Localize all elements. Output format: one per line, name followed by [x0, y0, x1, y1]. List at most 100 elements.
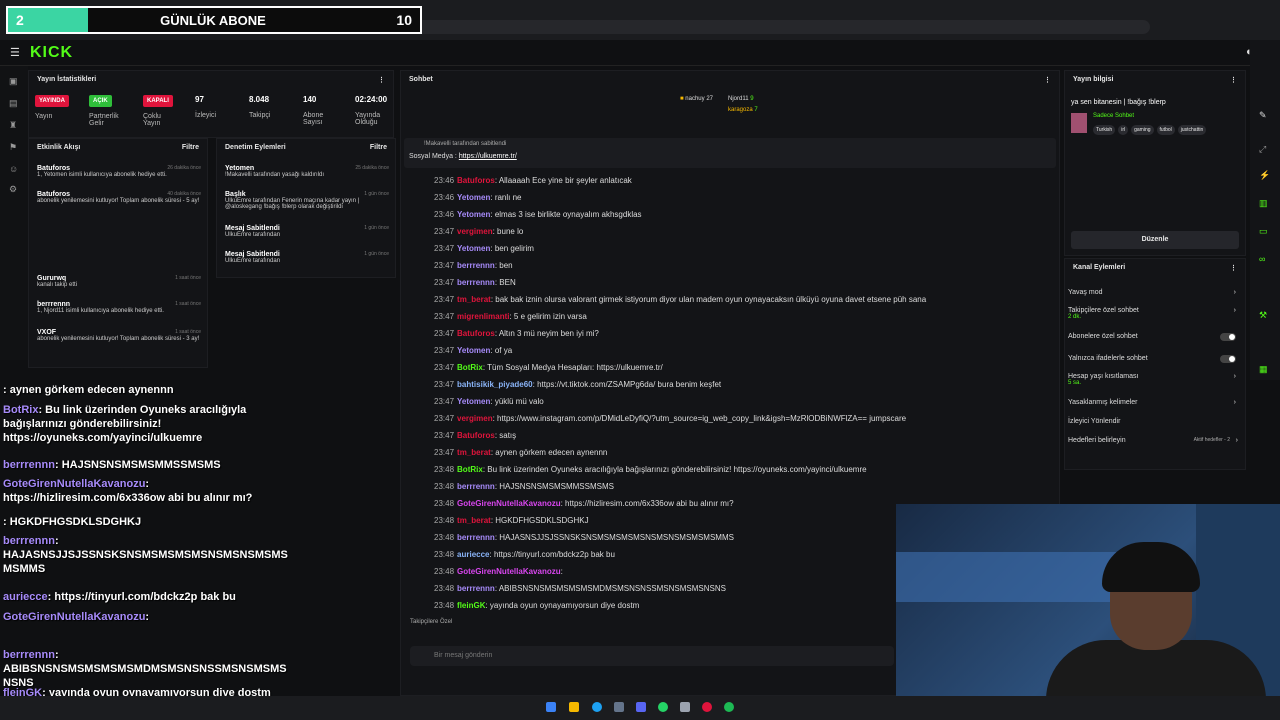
chat-message[interactable]: 23:46 Yetomen: ranlı ne	[414, 193, 522, 202]
expand-icon[interactable]: ⤢	[1259, 144, 1269, 154]
tag[interactable]: irl	[1118, 125, 1129, 135]
community-icon[interactable]: ☺	[9, 164, 19, 174]
pinned-message[interactable]: !Makavelli tarafından sabitlendi Sosyal …	[404, 138, 1056, 168]
chat-message[interactable]: 23:47 Batuforos: satış	[414, 431, 516, 440]
filter-button[interactable]: Filtre	[370, 144, 387, 154]
message-username[interactable]: tm_berat	[457, 516, 491, 525]
browser-icon[interactable]	[592, 702, 602, 712]
goals-row[interactable]: Hedefleri belirleyin Aktif hedefler - 2 ›	[1068, 437, 1240, 444]
chat-message[interactable]: 23:48 GoteGirenNutellaKavanozu: https://h…	[414, 499, 734, 508]
chat-message[interactable]: 23:48 berrrennn: ABIBSNSNSMSMSMSMSMDMSMSN…	[414, 584, 726, 593]
chat-message[interactable]: 23:47 Batuforos: Altın 3 mü neyim ben iyi…	[414, 329, 599, 338]
settings-icon[interactable]: ⚙	[9, 184, 19, 194]
message-username[interactable]: Yetomen	[457, 193, 490, 202]
chat-message[interactable]: 23:47 BotRix: Tüm Sosyal Medya Hesapları:…	[414, 363, 663, 372]
chat-message[interactable]: 23:46 Batuforos: Allaaaah Ece yine bir şe…	[414, 176, 632, 185]
chat-message[interactable]: 23:48 berrrennn: HAJSNSNSMSMSMMSSMSMS	[414, 482, 614, 491]
chat-message[interactable]: 23:46 Yetomen: elmas 3 ise birlikte oynay…	[414, 210, 642, 219]
message-username[interactable]: fleinGK	[457, 601, 485, 610]
chat-message[interactable]: 23:47 tm_berat: aynen görkem edecen aynen…	[414, 448, 607, 457]
chat-message[interactable]: 23:47 berrrennn: ben	[414, 261, 513, 270]
message-username[interactable]: vergimen	[457, 227, 493, 236]
message-username[interactable]: migrenlimanti	[457, 312, 509, 321]
tag[interactable]: Turkish	[1093, 125, 1116, 135]
chat-message[interactable]: 23:47 Yetomen: yüklü mü valo	[414, 397, 544, 406]
more-icon[interactable]: ⋮	[378, 76, 385, 86]
message-username[interactable]: Batuforos	[457, 176, 495, 185]
chat-message[interactable]: 23:47 tm_berat: bak bak iznin olursa valo…	[414, 295, 926, 304]
subscribers-only-row[interactable]: Abonelere özel sohbet	[1068, 333, 1240, 341]
chat-message[interactable]: 23:48 berrrennn: HAJASNSJJSJSSNSKSNSMSMSM…	[414, 533, 734, 542]
chat-message[interactable]: 23:47 Yetomen: ben gelirim	[414, 244, 534, 253]
chat-message[interactable]: 23:47 Yetomen: of ya	[414, 346, 512, 355]
chat-message[interactable]: 23:47 migrenlimanti: 5 e gelirim izin var…	[414, 312, 587, 321]
message-username[interactable]: berrrennn	[457, 584, 495, 593]
chat-message[interactable]: 23:48 BotRix: Bu link üzerinden Oyuneks a…	[414, 465, 867, 474]
message-username[interactable]: Batuforos	[457, 431, 495, 440]
edit-button[interactable]: Düzenle	[1071, 231, 1239, 249]
spotify-icon[interactable]	[724, 702, 734, 712]
kick-logo[interactable]: KICK	[30, 44, 73, 62]
message-username[interactable]: vergimen	[457, 414, 493, 423]
message-username[interactable]: Yetomen	[457, 397, 490, 406]
message-username[interactable]: auriecce	[457, 550, 489, 559]
chat-message[interactable]: 23:48 fleinGK: yayında oyun oynayamıyorsu…	[414, 601, 639, 610]
message-username[interactable]: berrrennn	[457, 482, 495, 491]
subscribers-only-toggle[interactable]	[1220, 333, 1236, 341]
chat-message[interactable]: 23:47 vergimen: https://www.instagram.com…	[414, 414, 906, 423]
message-username[interactable]: bahtisikik_piyade60	[457, 380, 533, 389]
message-username[interactable]: BotRix	[457, 363, 483, 372]
chat-input[interactable]: Bir mesaj gönderin	[410, 646, 894, 666]
filter-button[interactable]: Filtre	[182, 144, 199, 154]
link-icon[interactable]: ∞	[1259, 254, 1269, 264]
host-row[interactable]: İzleyici Yönlendir	[1068, 418, 1240, 425]
message-username[interactable]: berrrennn	[457, 278, 495, 287]
tag[interactable]: justchattin	[1177, 125, 1207, 135]
chat-message[interactable]: 23:48 GoteGirenNutellaKavanozu:	[414, 567, 563, 576]
clipboard-icon[interactable]: ▥	[1259, 198, 1269, 208]
message-username[interactable]: GoteGirenNutellaKavanozu	[457, 567, 561, 576]
steam-icon[interactable]	[614, 702, 624, 712]
more-icon[interactable]: ⋮	[1230, 76, 1237, 86]
message-username[interactable]: Yetomen	[457, 210, 490, 219]
chat-icon[interactable]: ▭	[1259, 226, 1269, 236]
record-icon[interactable]	[702, 702, 712, 712]
app-icon[interactable]	[680, 702, 690, 712]
message-username[interactable]: GoteGirenNutellaKavanozu	[457, 499, 561, 508]
pencil-icon[interactable]: ✎	[1259, 110, 1269, 120]
message-username[interactable]: tm_berat	[457, 448, 491, 457]
emote-only-row[interactable]: Yalnızca ifadelerle sohbet	[1068, 355, 1240, 363]
moderation-icon[interactable]: ⚑	[9, 142, 19, 152]
category-name[interactable]: Sadece Sohbet	[1093, 113, 1134, 119]
followers-only-row[interactable]: Takipçilere özel sohbet 2 dk. ›	[1068, 307, 1240, 320]
message-username[interactable]: berrrennn	[457, 261, 495, 270]
message-username[interactable]: berrrennn	[457, 533, 495, 542]
message-username[interactable]: Yetomen	[457, 346, 490, 355]
pinned-link[interactable]: https://ulkuemre.tr/	[459, 153, 517, 160]
chat-message[interactable]: 23:48 tm_berat: HGKDFHGSDKLSDGHKJ	[414, 516, 589, 525]
content-icon[interactable]: ▤	[9, 98, 19, 108]
banned-words-row[interactable]: Yasaklanmış kelimeler ›	[1068, 399, 1240, 406]
emote-only-toggle[interactable]	[1220, 355, 1236, 363]
dashboard-icon[interactable]: ▣	[9, 76, 19, 86]
more-icon[interactable]: ⋮	[1230, 264, 1237, 274]
chat-message[interactable]: 23:48 auriecce: https://tinyurl.com/bdckz…	[414, 550, 615, 559]
start-icon[interactable]	[546, 702, 556, 712]
folder-icon[interactable]	[569, 702, 579, 712]
whatsapp-icon[interactable]	[658, 702, 668, 712]
bolt-icon[interactable]: ⚡	[1259, 170, 1270, 180]
tools-icon[interactable]: ⚒	[1259, 310, 1269, 320]
message-username[interactable]: BotRix	[457, 465, 483, 474]
message-username[interactable]: Yetomen	[457, 244, 490, 253]
chat-message[interactable]: 23:47 berrrennn: BEN	[414, 278, 516, 287]
menu-icon[interactable]: ☰	[10, 46, 20, 59]
grid-icon[interactable]: ▦	[1259, 364, 1269, 374]
chat-message[interactable]: 23:47 bahtisikik_piyade60: https://vt.tik…	[414, 380, 721, 389]
message-username[interactable]: tm_berat	[457, 295, 491, 304]
tag[interactable]: futbol	[1156, 125, 1175, 135]
account-age-row[interactable]: Hesap yaşı kısıtlaması 5 sa. ›	[1068, 373, 1240, 386]
tag[interactable]: gaming	[1131, 125, 1154, 135]
trophy-icon[interactable]: ♜	[9, 120, 19, 130]
more-icon[interactable]: ⋮	[1044, 76, 1051, 86]
discord-icon[interactable]	[636, 702, 646, 712]
